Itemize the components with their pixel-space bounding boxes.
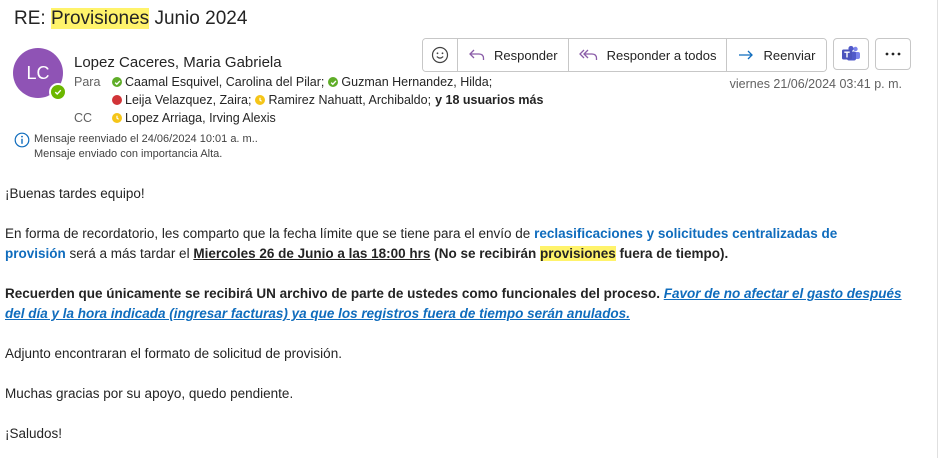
info-icon [14, 132, 30, 148]
recipient-name[interactable]: Leija Velazquez, Zaira; [125, 93, 251, 107]
forwarded-info: Mensaje reenviado el 24/06/2024 10:01 a.… [34, 133, 258, 145]
more-actions-button[interactable] [874, 38, 911, 70]
cc-label: CC [74, 111, 93, 125]
paragraph-3: Adjunto encontraran el formato de solici… [5, 346, 342, 361]
teams-share-button[interactable] [832, 38, 869, 70]
sender-name[interactable]: Lopez Caceres, Maria Gabriela [74, 54, 282, 71]
presence-available-icon [49, 83, 67, 101]
more-options-icon [885, 52, 900, 56]
presence-available-icon [328, 77, 339, 87]
sign-off: ¡Saludos! [5, 426, 63, 441]
presence-available-icon [112, 77, 122, 87]
recipient-name[interactable]: Ramirez Nahuatt, Archibaldo; [268, 93, 431, 107]
smiley-icon [431, 46, 449, 64]
recipient-name[interactable]: Guzman Hernandez, Hilda; [341, 75, 492, 89]
paragraph-2-line-2: del día y la hora indicada (ingresar fac… [5, 306, 630, 321]
subject-suffix: Junio 2024 [149, 8, 248, 29]
paragraph-1-line-1: En forma de recordatorio, les comparto q… [5, 226, 838, 241]
reply-all-label: Responder a todos [606, 47, 717, 63]
recipients-to-line1: Para Caamal Esquivel, Carolina del Pilar… [74, 75, 492, 89]
message-info: Mensaje reenviado el 24/06/2024 10:01 a.… [14, 132, 258, 161]
recipient-name[interactable]: Lopez Arriaga, Irving Alexis [125, 111, 276, 125]
recipient-name[interactable]: Caamal Esquivel, Carolina del Pilar; [125, 75, 324, 89]
sent-date: viernes 21/06/2024 03:41 p. m. [729, 77, 902, 91]
paragraph-4: Muchas gracias por su apoyo, quedo pendi… [5, 386, 294, 401]
forward-icon [739, 50, 754, 60]
forward-label: Reenviar [763, 47, 816, 63]
recipients-to-line2: Leija Velazquez, Zaira; Ramirez Nahuatt,… [74, 93, 543, 107]
teams-icon [841, 45, 860, 61]
to-label: Para [74, 75, 101, 89]
reply-button[interactable]: Responder [458, 39, 569, 71]
emoji-reaction-button[interactable] [423, 39, 458, 71]
more-recipients-link[interactable]: y 18 usuarios más [435, 93, 543, 107]
presence-away-icon [255, 95, 266, 105]
subject-highlight: Provisiones [50, 8, 150, 29]
importance-info: Mensaje enviado con importancia Alta. [34, 147, 223, 160]
forward-button[interactable]: Reenviar [727, 39, 826, 71]
reply-all-icon [578, 49, 597, 60]
reply-all-button[interactable]: Responder a todos [568, 39, 728, 71]
subject-prefix: RE: [14, 8, 51, 29]
paragraph-2-line-1: Recuerden que únicamente se recibirá UN … [5, 286, 902, 301]
email-subject: RE: Provisiones Junio 2024 [14, 8, 247, 30]
presence-busy-icon [112, 95, 122, 105]
reply-label: Responder [494, 47, 558, 63]
presence-away-icon [112, 113, 122, 123]
avatar-initials: LC [26, 62, 50, 83]
greeting: ¡Buenas tardes equipo! [5, 186, 145, 201]
recipients-cc-line: CC Lopez Arriaga, Irving Alexis [74, 111, 276, 125]
message-toolbar: Responder Responder a todos Reenviar [422, 38, 911, 72]
action-button-group: Responder Responder a todos Reenviar [422, 38, 827, 72]
paragraph-1-line-2: provisión será a más tardar el Miercoles… [5, 246, 729, 261]
reply-icon [469, 49, 485, 60]
